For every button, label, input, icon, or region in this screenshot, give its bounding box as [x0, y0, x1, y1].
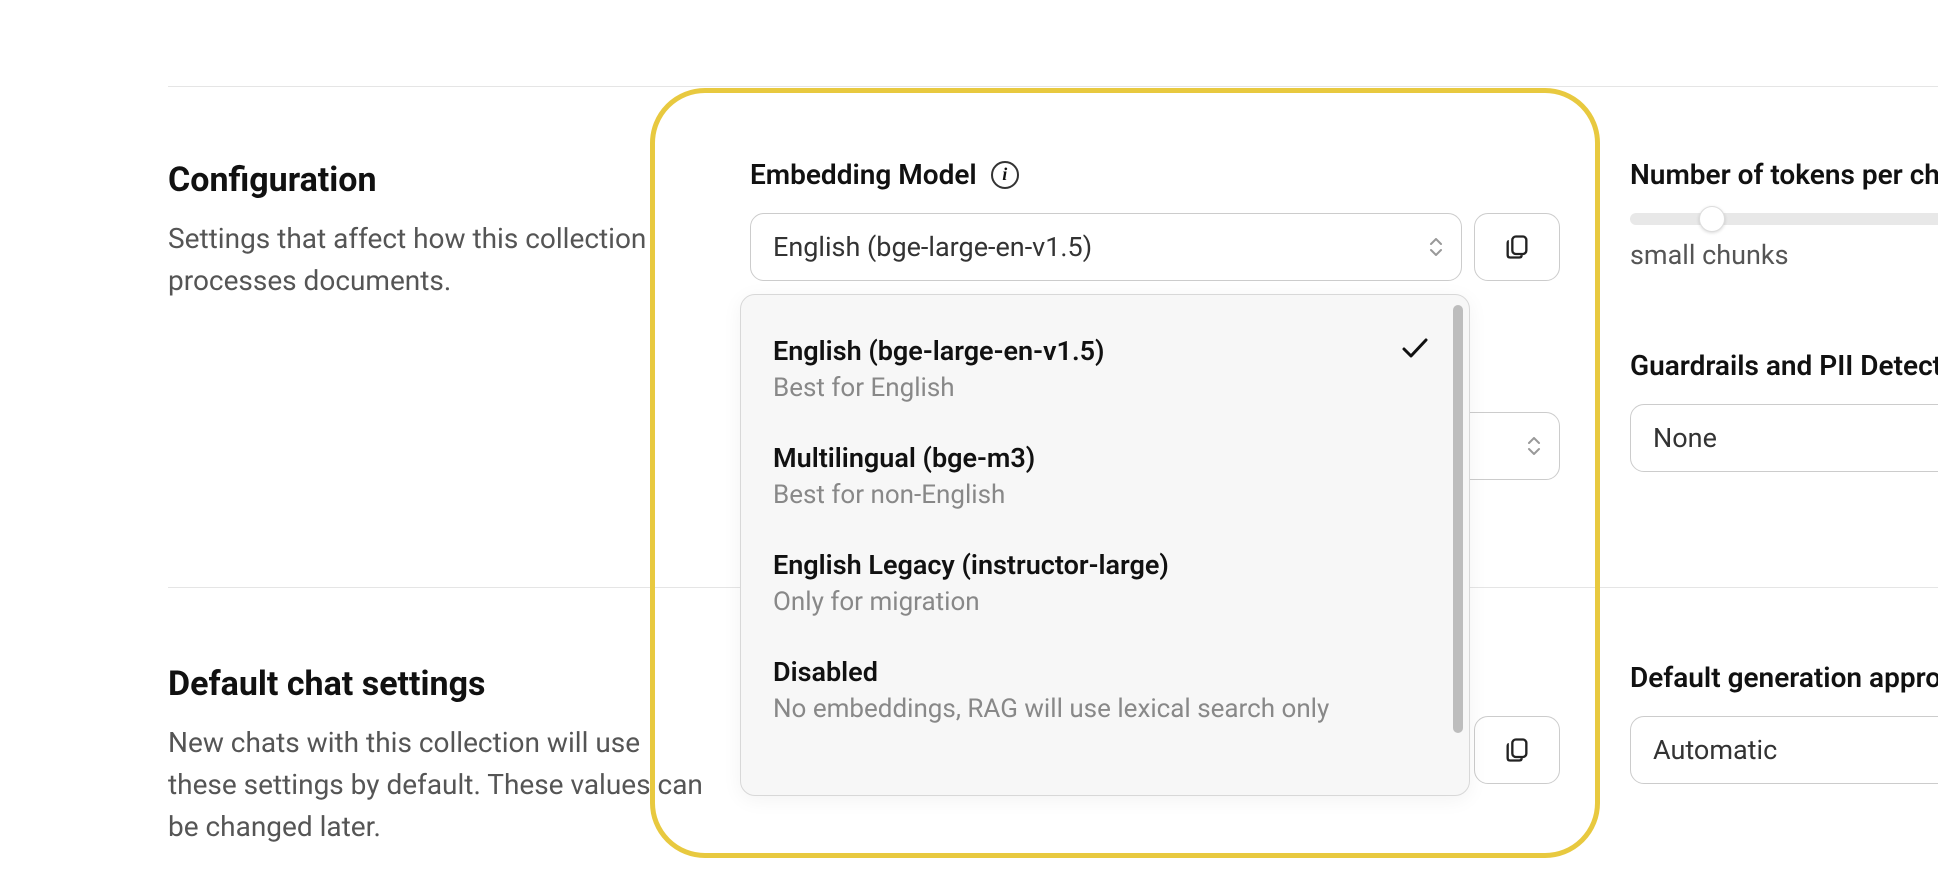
scrollbar[interactable] [1453, 305, 1463, 733]
chevron-updown-icon [1429, 238, 1443, 256]
embedding-select[interactable]: English (bge-large-en-v1.5) [750, 213, 1462, 281]
embedding-dropdown: English (bge-large-en-v1.5) Best for Eng… [740, 294, 1470, 796]
chevron-updown-icon [1527, 437, 1541, 455]
option-title: English (bge-large-en-v1.5) [773, 335, 1445, 367]
embedding-label-text: Embedding Model [750, 158, 977, 191]
guardrails-label: Guardrails and PII Detect [1630, 349, 1938, 382]
configuration-description: Settings that affect how this collection… [168, 218, 708, 302]
option-title: English Legacy (instructor-large) [773, 549, 1445, 581]
configuration-title: Configuration [168, 160, 708, 200]
tokens-value-label: small chunks [1630, 239, 1938, 271]
option-title: Multilingual (bge-m3) [773, 442, 1445, 474]
slider-thumb[interactable] [1699, 206, 1725, 232]
info-icon[interactable]: i [991, 161, 1019, 189]
option-title: Disabled [773, 656, 1445, 688]
guardrails-field: Guardrails and PII Detect None [1630, 349, 1938, 472]
embedding-option[interactable]: Multilingual (bge-m3) Best for non-Engli… [765, 426, 1453, 533]
tokens-slider[interactable] [1630, 213, 1938, 225]
copy-icon [1503, 736, 1531, 764]
chat-settings-description: New chats with this collection will use … [168, 722, 708, 848]
embedding-label: Embedding Model i [750, 158, 1560, 191]
embedding-option[interactable]: Disabled No embeddings, RAG will use lex… [765, 640, 1453, 747]
embedding-option[interactable]: English (bge-large-en-v1.5) Best for Eng… [765, 319, 1453, 426]
chat-settings-section: Default chat settings New chats with thi… [168, 664, 708, 848]
guardrails-label-text: Guardrails and PII Detect [1630, 349, 1938, 382]
option-sub: Best for non-English [773, 478, 1445, 513]
copy-icon [1503, 233, 1531, 261]
tokens-label-text: Number of tokens per ch [1630, 158, 1938, 191]
generation-field: Default generation appro Automatic [1630, 661, 1938, 784]
generation-select[interactable]: Automatic [1630, 716, 1938, 784]
configuration-section: Configuration Settings that affect how t… [168, 160, 708, 302]
embedding-field: Embedding Model i English (bge-large-en-… [750, 158, 1560, 281]
generation-selected-value: Automatic [1653, 734, 1777, 766]
embedding-option[interactable]: English Legacy (instructor-large) Only f… [765, 533, 1453, 640]
tokens-label: Number of tokens per ch [1630, 158, 1938, 191]
embedding-selected-value: English (bge-large-en-v1.5) [773, 231, 1092, 263]
chat-settings-title: Default chat settings [168, 664, 708, 704]
section-divider [168, 86, 1938, 87]
option-sub: Only for migration [773, 585, 1445, 620]
guardrails-select[interactable]: None [1630, 404, 1938, 472]
copy-button[interactable] [1474, 213, 1560, 281]
option-sub: No embeddings, RAG will use lexical sear… [773, 692, 1445, 727]
guardrails-selected-value: None [1653, 422, 1717, 454]
check-icon [1401, 337, 1429, 363]
copy-button[interactable] [1474, 716, 1560, 784]
generation-label: Default generation appro [1630, 661, 1938, 694]
option-sub: Best for English [773, 371, 1445, 406]
tokens-field: Number of tokens per ch small chunks [1630, 158, 1938, 271]
generation-label-text: Default generation appro [1630, 661, 1938, 694]
